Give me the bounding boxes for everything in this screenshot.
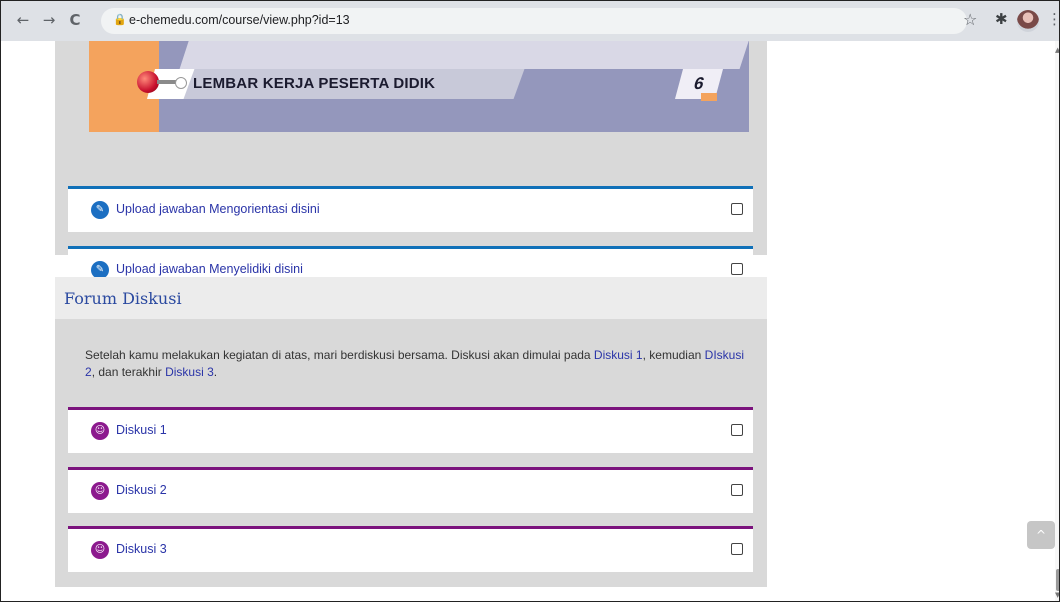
activity-link[interactable]: Upload jawaban Menyelidiki disini <box>116 262 303 276</box>
browser-window: ← → C 🔒 e-chemedu.com/course/view.php?id… <box>0 0 1060 602</box>
activity-link[interactable]: Upload jawaban Mengorientasi disini <box>116 202 320 216</box>
banner-title: LEMBAR KERJA PESERTA DIDIK <box>193 75 436 92</box>
forum-icon: ☺ <box>91 541 109 559</box>
completion-checkbox[interactable] <box>731 484 743 496</box>
forward-icon[interactable]: → <box>39 10 59 30</box>
browser-menu-icon[interactable]: ⋮ <box>1047 10 1059 28</box>
summary-text: . <box>213 365 218 379</box>
activity-link[interactable]: Diskusi 1 <box>116 423 167 437</box>
summary-link-diskusi-3[interactable]: Diskusi 3 <box>165 365 214 379</box>
forum-icon: ☺ <box>91 422 109 440</box>
activity-forum[interactable]: ☺ Diskusi 1 <box>68 407 753 453</box>
course-section-forum-diskusi: Forum Diskusi Setelah kamu melakukan keg… <box>55 277 767 587</box>
completion-checkbox[interactable] <box>731 543 743 555</box>
page-content: LEMBAR KERJA PESERTA DIDIK 6 ✎ Upload ja… <box>1 41 1059 601</box>
scrollbar-thumb[interactable] <box>1056 569 1059 591</box>
banner-decoration <box>701 93 717 101</box>
section-header: Forum Diskusi <box>55 277 767 319</box>
lkpd-banner-image: LEMBAR KERJA PESERTA DIDIK 6 <box>89 41 749 132</box>
completion-checkbox[interactable] <box>731 424 743 436</box>
address-bar[interactable]: 🔒 e-chemedu.com/course/view.php?id=13 <box>101 8 967 34</box>
scroll-down-arrow-icon[interactable]: ▼ <box>1055 591 1059 599</box>
reload-icon[interactable]: C <box>65 10 85 30</box>
activity-link[interactable]: Diskusi 2 <box>116 483 167 497</box>
molecule-atom <box>175 77 187 89</box>
course-section-lkpd: LEMBAR KERJA PESERTA DIDIK 6 ✎ Upload ja… <box>55 41 767 292</box>
url-text[interactable]: e-chemedu.com/course/view.php?id=13 <box>129 13 350 27</box>
activity-forum[interactable]: ☺ Diskusi 2 <box>68 467 753 513</box>
molecule-icon <box>137 71 159 93</box>
summary-link-diskusi-1[interactable]: Diskusi 1 <box>594 348 643 362</box>
scrollbar[interactable] <box>1055 41 1059 601</box>
bookmark-star-icon[interactable]: ☆ <box>963 10 977 29</box>
scroll-up-arrow-icon[interactable]: ▲ <box>1055 46 1059 54</box>
summary-text: Setelah kamu melakukan kegiatan di atas,… <box>85 348 594 362</box>
activity-link[interactable]: Diskusi 3 <box>116 542 167 556</box>
forum-icon: ☺ <box>91 482 109 500</box>
molecule-bond <box>157 80 177 84</box>
browser-toolbar: ← → C 🔒 e-chemedu.com/course/view.php?id… <box>1 1 1059 41</box>
scroll-to-top-button[interactable]: ^ <box>1027 521 1055 549</box>
back-icon[interactable]: ← <box>13 10 33 30</box>
completion-checkbox[interactable] <box>731 263 743 275</box>
section-summary: Setelah kamu melakukan kegiatan di atas,… <box>85 347 745 381</box>
activity-assignment[interactable]: ✎ Upload jawaban Mengorientasi disini <box>68 186 753 232</box>
lock-icon: 🔒 <box>113 13 127 26</box>
assignment-icon: ✎ <box>91 201 109 219</box>
section-title[interactable]: Forum Diskusi <box>64 289 182 308</box>
banner-decoration <box>179 41 749 69</box>
profile-avatar[interactable] <box>1017 10 1039 32</box>
completion-checkbox[interactable] <box>731 203 743 215</box>
extensions-icon[interactable]: ✱ <box>995 10 1008 28</box>
activity-forum[interactable]: ☺ Diskusi 3 <box>68 526 753 572</box>
summary-text: , dan terakhir <box>91 365 166 379</box>
summary-text: , kemudian <box>642 348 705 362</box>
